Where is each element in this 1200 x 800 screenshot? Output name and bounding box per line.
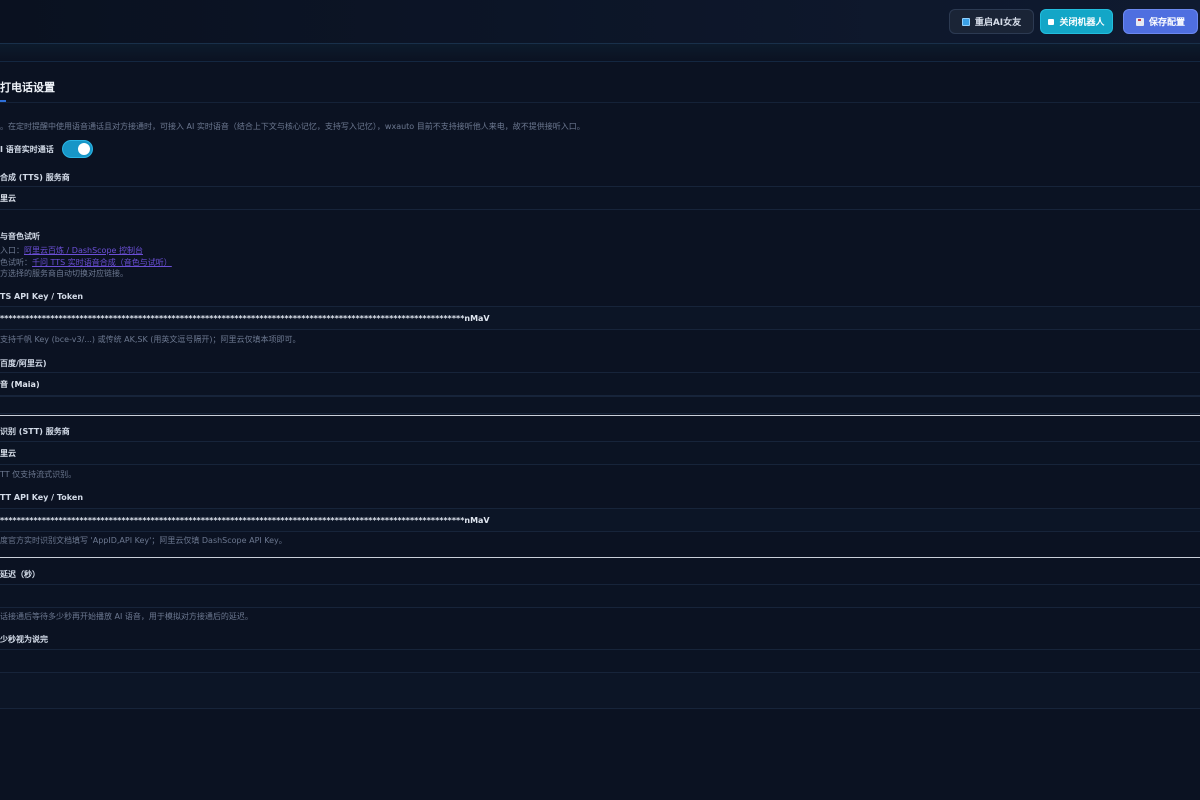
section-separator [0, 415, 1200, 416]
restart-ai-girlfriend-button[interactable]: 重启AI女友 [949, 9, 1034, 34]
stt-provider-select[interactable]: 里云 [0, 441, 1200, 465]
stt-api-key-label: TT API Key / Token [0, 493, 84, 502]
close-bot-button[interactable]: 关闭机器人 [1040, 9, 1113, 34]
tts-api-key-label: TS API Key / Token [0, 292, 84, 301]
toolbar-glow-strip [0, 44, 1200, 62]
entry-note: 方选择的服务商自动切换对应链接。 [0, 269, 128, 278]
dashscope-console-link[interactable]: 阿里云百炼 / DashScope 控制台 [24, 246, 143, 255]
refresh-icon [961, 17, 970, 26]
restart-label: 重启AI女友 [974, 18, 1022, 28]
voice-audition-label: 与音色试听 [0, 232, 40, 241]
audition-entry-line: 色试听：千问 TTS 实时语音合成（音色与试听） [0, 257, 172, 268]
stt-api-key-hint: 度官方实时识别文档填写 'AppID,API Key'；阿里云仅填 DashSc… [0, 536, 287, 545]
close-label: 关闭机器人 [1059, 18, 1105, 28]
stt-provider-hint: TT 仅支持流式识别。 [0, 470, 77, 479]
next-field-box [0, 672, 1200, 709]
toggle-label: I 语音实时通话 [0, 144, 54, 154]
tts-api-key-value: ****************************************… [0, 313, 490, 323]
save-config-button[interactable]: 保存配置 [1123, 9, 1198, 34]
delay-input[interactable] [0, 584, 1200, 608]
toggle-knob [77, 143, 90, 155]
section-description: 。在定时提醒中使用语音通话且对方接通时，可接入 AI 实时语音（结合上下文与核心… [0, 122, 585, 131]
stt-provider-value: 里云 [0, 448, 16, 458]
stt-api-key-input[interactable]: ****************************************… [0, 508, 1200, 532]
stt-provider-label: 识别 (STT) 服务商 [0, 427, 70, 436]
stop-icon [1048, 18, 1055, 25]
save-disk-icon [1135, 17, 1144, 26]
save-label: 保存配置 [1148, 18, 1185, 28]
voice-label: 百度/阿里云) [0, 359, 47, 368]
tts-provider-select[interactable]: 里云 [0, 186, 1200, 210]
silence-label: 少秒视为说完 [0, 635, 48, 644]
realtime-voice-toggle-row: I 语音实时通话 [0, 140, 93, 158]
audition-prefix: 色试听： [0, 258, 32, 267]
section-separator [0, 557, 1200, 558]
section-title: 打电话设置 [0, 81, 55, 94]
tts-provider-value: 里云 [0, 193, 16, 203]
title-divider [0, 102, 1200, 103]
voice-value: 音 (Maia) [0, 379, 40, 389]
tts-audition-link[interactable]: 千问 TTS 实时语音合成（音色与试听） [32, 258, 172, 267]
voice-select-extra-row [0, 396, 1200, 414]
tts-api-key-input[interactable]: ****************************************… [0, 306, 1200, 330]
stt-api-key-value: ****************************************… [0, 515, 490, 525]
delay-label: 延迟（秒） [0, 570, 40, 579]
silence-input[interactable] [0, 649, 1200, 673]
console-entry-line: 入口：阿里云百炼 / DashScope 控制台 [0, 245, 143, 256]
tts-api-key-hint: 支持千帆 Key (bce-v3/...) 或传统 AK,SK (用英文逗号隔开… [0, 335, 301, 344]
realtime-voice-toggle[interactable] [61, 140, 93, 158]
tts-provider-label: 合成 (TTS) 服务商 [0, 173, 70, 182]
delay-hint: 话接通后等待多少秒再开始播放 AI 语音，用于模拟对方接通后的延迟。 [0, 612, 253, 621]
voice-select[interactable]: 音 (Maia) [0, 372, 1200, 396]
entry-prefix: 入口： [0, 246, 24, 255]
